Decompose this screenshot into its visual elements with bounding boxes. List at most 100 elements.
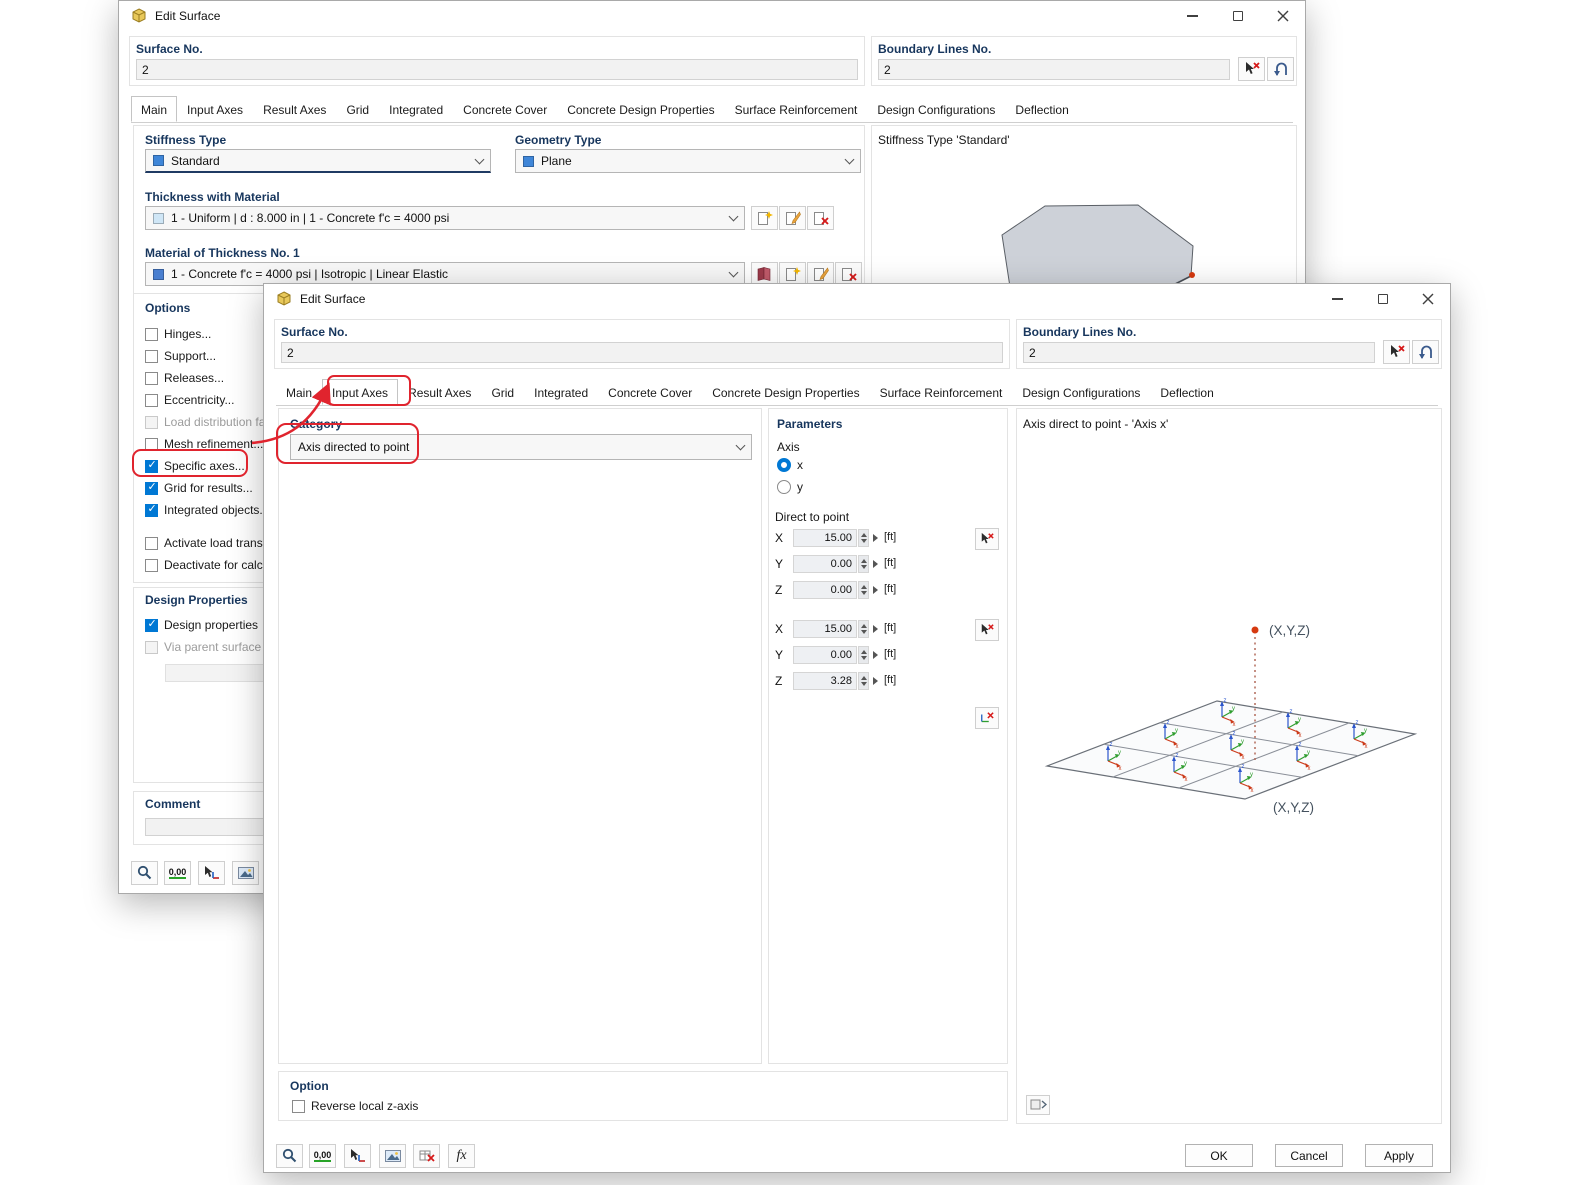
option-integrated-objects[interactable]: Integrated objects.. xyxy=(145,503,266,517)
expand-arrow-icon[interactable] xyxy=(873,625,878,633)
point2-z-input[interactable] xyxy=(793,672,857,690)
option-hinges[interactable]: Hinges... xyxy=(145,327,211,341)
new-thickness-button[interactable] xyxy=(751,206,778,230)
reverse-orientation-button[interactable] xyxy=(1267,57,1294,81)
option-design-properties[interactable]: Design properties xyxy=(145,618,258,632)
tab-main[interactable]: Main xyxy=(276,379,322,405)
tab-concrete-design-properties[interactable]: Concrete Design Properties xyxy=(702,379,869,405)
pick-boundary-lines-button[interactable] xyxy=(1383,340,1410,364)
stiffness-type-select[interactable]: Standard xyxy=(145,149,491,173)
checkbox[interactable] xyxy=(145,459,158,473)
spinner-control[interactable] xyxy=(858,529,869,547)
tab-grid[interactable]: Grid xyxy=(336,96,379,122)
spinner-control[interactable] xyxy=(858,555,869,573)
category-select[interactable]: Axis directed to point xyxy=(290,434,752,460)
select-axes-button[interactable] xyxy=(344,1144,371,1168)
option-eccentricity[interactable]: Eccentricity... xyxy=(145,393,234,407)
delete-thickness-button[interactable] xyxy=(807,206,834,230)
option-mesh-refinement[interactable]: Mesh refinement... xyxy=(145,437,263,451)
checkbox[interactable] xyxy=(145,640,158,654)
maximize-button[interactable] xyxy=(1215,1,1260,31)
expand-arrow-icon[interactable] xyxy=(873,560,878,568)
close-button[interactable] xyxy=(1405,284,1450,314)
render-image-button[interactable] xyxy=(232,861,259,885)
close-button[interactable] xyxy=(1260,1,1305,31)
radio-button[interactable] xyxy=(777,458,791,472)
spinner-control[interactable] xyxy=(858,620,869,638)
zoom-select-button[interactable] xyxy=(276,1144,303,1168)
option-support[interactable]: Support... xyxy=(145,349,216,363)
option-activate-load-transfer[interactable]: Activate load transf xyxy=(145,536,266,550)
boundary-lines-input[interactable] xyxy=(878,59,1230,80)
tab-surface-reinforcement[interactable]: Surface Reinforcement xyxy=(725,96,868,122)
surface-no-input[interactable] xyxy=(281,342,1003,363)
checkbox[interactable] xyxy=(145,481,158,495)
tab-concrete-design-properties[interactable]: Concrete Design Properties xyxy=(557,96,724,122)
point1-z-input[interactable] xyxy=(793,581,857,599)
point2-y-input[interactable] xyxy=(793,646,857,664)
display-units-button[interactable]: 0,00 xyxy=(164,861,191,885)
function-button[interactable]: fx xyxy=(448,1144,475,1168)
point2-x-input[interactable] xyxy=(793,620,857,638)
pick-two-points-button[interactable] xyxy=(975,707,999,729)
checkbox[interactable] xyxy=(145,503,158,517)
spinner-control[interactable] xyxy=(858,646,869,664)
tab-grid[interactable]: Grid xyxy=(481,379,524,405)
spinner-control[interactable] xyxy=(858,672,869,690)
point1-y-input[interactable] xyxy=(793,555,857,573)
ok-button[interactable]: OK xyxy=(1185,1144,1253,1167)
edit-thickness-button[interactable] xyxy=(779,206,806,230)
option-specific-axes[interactable]: Specific axes... xyxy=(145,459,245,473)
checkbox[interactable] xyxy=(145,437,158,451)
tab-surface-reinforcement[interactable]: Surface Reinforcement xyxy=(870,379,1013,405)
apply-button[interactable]: Apply xyxy=(1365,1144,1433,1167)
tab-input-axes[interactable]: Input Axes xyxy=(177,96,253,122)
spinner-control[interactable] xyxy=(858,581,869,599)
radio-button[interactable] xyxy=(777,480,791,494)
expand-arrow-icon[interactable] xyxy=(873,651,878,659)
render-image-button[interactable] xyxy=(379,1144,406,1168)
pick-point-button[interactable] xyxy=(975,619,999,641)
tab-result-axes[interactable]: Result Axes xyxy=(398,379,481,405)
reverse-local-z-axis-option[interactable]: Reverse local z-axis xyxy=(292,1099,418,1113)
tab-deflection[interactable]: Deflection xyxy=(1005,96,1078,122)
delete-table-button[interactable] xyxy=(413,1144,440,1168)
option-deactivate-for-calculation[interactable]: Deactivate for calcu xyxy=(145,558,269,572)
surface-no-input[interactable] xyxy=(136,59,858,80)
reverse-orientation-button[interactable] xyxy=(1412,340,1439,364)
checkbox[interactable] xyxy=(145,415,158,429)
option-grid-for-results[interactable]: Grid for results... xyxy=(145,481,253,495)
display-units-button[interactable]: 0,00 xyxy=(309,1144,336,1168)
tab-integrated[interactable]: Integrated xyxy=(524,379,598,405)
tab-deflection[interactable]: Deflection xyxy=(1150,379,1223,405)
checkbox[interactable] xyxy=(145,618,158,632)
tab-concrete-cover[interactable]: Concrete Cover xyxy=(453,96,557,122)
option-load-distribution[interactable]: Load distribution fa xyxy=(145,415,265,429)
zoom-select-button[interactable] xyxy=(131,861,158,885)
checkbox[interactable] xyxy=(145,371,158,385)
expand-arrow-icon[interactable] xyxy=(873,534,878,542)
minimize-button[interactable] xyxy=(1315,284,1360,314)
pick-point-button[interactable] xyxy=(975,528,999,550)
checkbox[interactable] xyxy=(145,327,158,341)
geometry-type-select[interactable]: Plane xyxy=(515,149,861,173)
pick-boundary-lines-button[interactable] xyxy=(1238,57,1265,81)
cancel-button[interactable]: Cancel xyxy=(1275,1144,1343,1167)
expand-arrow-icon[interactable] xyxy=(873,586,878,594)
thickness-select[interactable]: 1 - Uniform | d : 8.000 in | 1 - Concret… xyxy=(145,206,745,230)
tab-result-axes[interactable]: Result Axes xyxy=(253,96,336,122)
checkbox[interactable] xyxy=(145,393,158,407)
option-via-parent-surface[interactable]: Via parent surface s xyxy=(145,640,271,654)
checkbox[interactable] xyxy=(145,558,158,572)
tab-design-configurations[interactable]: Design Configurations xyxy=(867,96,1005,122)
tab-input-axes[interactable]: Input Axes xyxy=(322,379,399,405)
tab-concrete-cover[interactable]: Concrete Cover xyxy=(598,379,702,405)
axis-x-radio-row[interactable]: x xyxy=(777,458,803,472)
expand-arrow-icon[interactable] xyxy=(873,677,878,685)
titlebar[interactable]: Edit Surface xyxy=(264,284,1450,314)
minimize-button[interactable] xyxy=(1170,1,1215,31)
boundary-lines-input[interactable] xyxy=(1023,342,1375,363)
select-axes-button[interactable] xyxy=(198,861,225,885)
checkbox[interactable] xyxy=(145,349,158,363)
tab-main[interactable]: Main xyxy=(131,96,178,122)
